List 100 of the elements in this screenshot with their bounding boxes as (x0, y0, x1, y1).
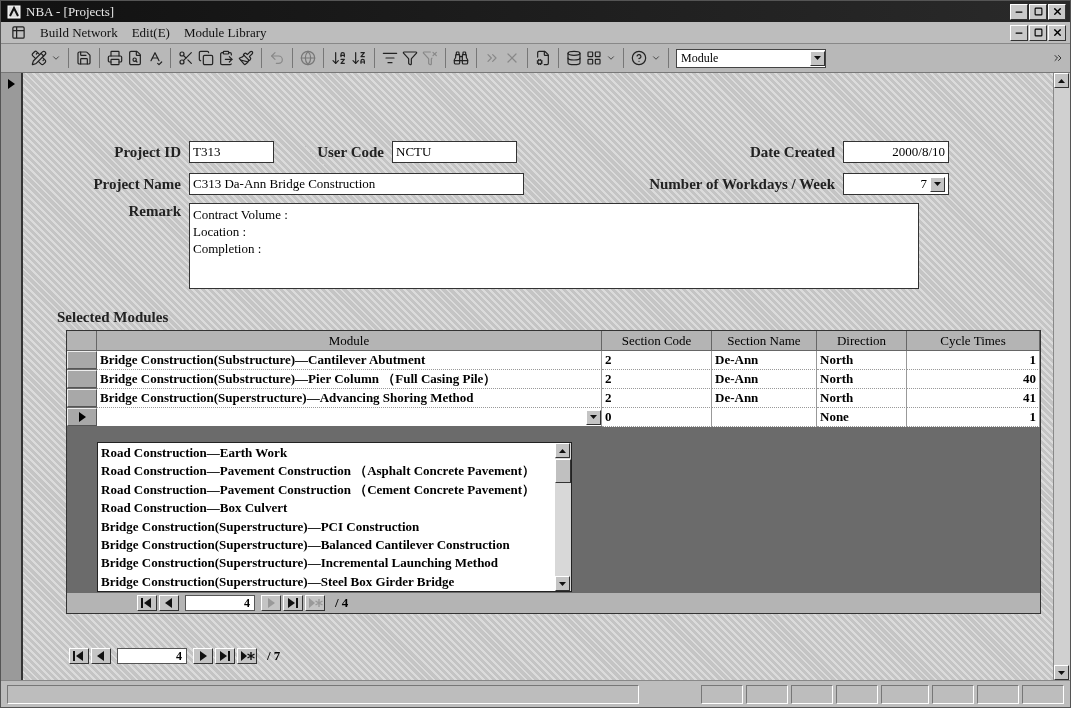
table-cell: 0 (602, 408, 712, 427)
table-cell: 1 (907, 408, 1040, 427)
dropdown-option[interactable]: Road Construction—Box Culvert (101, 499, 552, 518)
remark-field[interactable]: Contract Volume : Location : Completion : (189, 203, 919, 289)
table-cell: De-Ann (712, 370, 817, 389)
status-panel (836, 684, 878, 704)
field-label: Project Name (92, 175, 181, 193)
row-selector[interactable] (67, 389, 97, 407)
dropdown-option[interactable]: Road Construction—Pavement Construction （Cement Concrete Pavement） (101, 480, 552, 500)
next-record-button[interactable] (193, 648, 213, 664)
dropdown-option[interactable]: Road Construction—Earth Work (101, 444, 552, 463)
menu-item[interactable]: Build Network (40, 24, 118, 41)
date-created-field[interactable]: 2000/8/10 (843, 141, 949, 163)
caret-icon (559, 448, 566, 453)
caret-icon[interactable] (606, 53, 616, 63)
filter-by-form-icon[interactable] (402, 50, 418, 66)
scrollbar[interactable] (1053, 73, 1070, 680)
workdays-combo[interactable]: 7 (843, 173, 949, 195)
cut-icon[interactable] (178, 50, 194, 66)
caret-icon[interactable] (51, 53, 61, 63)
first-record-button[interactable] (69, 648, 89, 664)
menu-item[interactable]: Module Library (183, 24, 267, 41)
menu-item[interactable]: Edit(E) (131, 24, 170, 41)
row-selector[interactable] (67, 408, 97, 426)
dropdown-option[interactable]: Road Construction—Pavement Construction （Asphalt Concrete Pavement） (101, 462, 552, 481)
format-painter-icon[interactable] (238, 50, 254, 66)
more-icon[interactable] (1052, 52, 1064, 64)
table-cell: De-Ann (712, 389, 817, 408)
project-id-field[interactable]: T313 (189, 141, 274, 163)
scrollbar[interactable] (555, 443, 571, 591)
status-panel (791, 684, 833, 704)
corner-header[interactable] (67, 331, 97, 351)
new-record-button[interactable] (237, 648, 257, 664)
last-record-button[interactable] (215, 648, 235, 664)
close-icon (1051, 27, 1063, 38)
filter-by-selection-icon[interactable] (382, 50, 398, 66)
copy-icon[interactable] (198, 50, 214, 66)
dropdown-arrow-button[interactable] (586, 409, 601, 425)
database-window-icon[interactable] (566, 50, 582, 66)
field-label: Number of Workdays / Week (648, 175, 835, 193)
column-header: Section Name (712, 331, 817, 351)
caret-icon[interactable] (651, 53, 661, 63)
new-object-icon[interactable] (586, 50, 602, 66)
previous-record-button[interactable] (159, 595, 179, 611)
spelling-icon[interactable] (147, 50, 163, 66)
table-cell: De-Ann (712, 351, 817, 370)
close-button[interactable] (1048, 24, 1066, 41)
dropdown-option[interactable]: Bridge Construction(Superstructure)—Balanced Cantilever Construction (101, 536, 552, 555)
properties-icon[interactable] (535, 50, 551, 66)
table-cell: Bridge Construction(Substructure)—Cantilever Abutment (97, 351, 602, 370)
project-name-field[interactable]: C313 Da-Ann Bridge Construction (189, 173, 524, 195)
restore-button[interactable] (1029, 24, 1047, 41)
column-header: Direction (817, 331, 907, 351)
table-cell: North (817, 370, 907, 389)
record-number-field[interactable]: 4 (117, 648, 187, 664)
sort-ascending-icon[interactable] (331, 50, 347, 66)
last-arrow-icon (217, 648, 233, 664)
caret-icon (559, 581, 566, 586)
record-selector-icon (7, 79, 15, 89)
print-preview-icon[interactable] (127, 50, 143, 66)
status-panel (701, 684, 743, 704)
scroll-up-button[interactable] (555, 443, 570, 458)
close-button[interactable] (1048, 3, 1066, 20)
dropdown-option[interactable]: Bridge Construction(Superstructure)—PCI Construction (101, 517, 552, 537)
dropdown-option[interactable]: Bridge Construction(Superstructure)—Steel Box Girder Bridge (101, 572, 552, 592)
scroll-down-button[interactable] (1054, 665, 1069, 680)
minimize-button[interactable] (1010, 3, 1028, 20)
first-record-button[interactable] (137, 595, 157, 611)
scroll-up-button[interactable] (1054, 73, 1069, 88)
dropdown-arrow-button[interactable] (930, 176, 945, 192)
table-cell: None (817, 408, 907, 427)
record-number-field[interactable]: 4 (185, 595, 255, 611)
form-icon[interactable] (11, 25, 26, 40)
dropdown-option[interactable]: Bridge Construction(Superstructure)—Incremental Launching Method (101, 554, 552, 573)
scroll-down-button[interactable] (555, 576, 570, 591)
paste-icon[interactable] (218, 50, 234, 66)
close-icon (1051, 6, 1063, 17)
row-selector[interactable] (67, 370, 97, 388)
maximize-icon (1033, 7, 1043, 16)
table-cell: 1 (907, 351, 1040, 370)
maximize-button[interactable] (1029, 3, 1047, 20)
row-selector[interactable] (67, 351, 97, 369)
column-header: Section Code (602, 331, 712, 351)
caret-icon (590, 415, 597, 419)
minimize-button[interactable] (1010, 24, 1028, 41)
caret-icon (1058, 670, 1065, 675)
last-record-button[interactable] (283, 595, 303, 611)
user-code-field[interactable]: NCTU (392, 141, 517, 163)
save-icon[interactable] (76, 50, 92, 66)
find-icon[interactable] (453, 50, 469, 66)
sort-descending-icon[interactable] (351, 50, 367, 66)
print-icon[interactable] (107, 50, 123, 66)
scroll-thumb[interactable] (555, 459, 571, 483)
caret-icon (934, 182, 941, 186)
caret-icon (814, 56, 821, 60)
previous-record-button[interactable] (91, 648, 111, 664)
table-cell: Bridge Construction(Superstructure)—Advancing Shoring Method (97, 389, 602, 408)
help-icon[interactable] (631, 50, 647, 66)
design-view-icon[interactable] (31, 50, 47, 66)
object-combo[interactable]: Module (676, 48, 826, 68)
